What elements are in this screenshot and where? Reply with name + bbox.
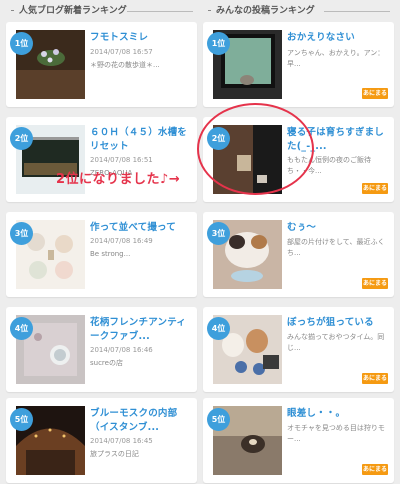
card-title[interactable]: ぼっちが狙っている	[287, 316, 391, 330]
rank-badge: 3位	[207, 222, 230, 245]
card-desc: Be strong...	[90, 250, 131, 258]
right-column: みんなの投稿ランキング	[203, 0, 394, 20]
ameba-animal-badge[interactable]: あにまる	[362, 464, 388, 475]
left-ranking-card-4[interactable]: 4位 花柄フレンチアンティークファブ... 2014/07/08 16:46 s…	[6, 307, 197, 392]
card-title[interactable]: 寝る子は育ちすぎました(_-_...	[287, 126, 391, 154]
card-desc: sucreの店	[90, 359, 123, 367]
left-ranking-card-5[interactable]: 5位 ブルーモスクの内部（イスタンブ... 2014/07/08 16:45 旅…	[6, 398, 197, 483]
ameba-animal-badge[interactable]: あにまる	[362, 373, 388, 384]
card-title[interactable]: フモトスミレ	[90, 31, 194, 45]
left-ranking-card-3[interactable]: 3位 作って並べて撮って 2014/07/08 16:49 Be strong.…	[6, 212, 197, 297]
rank-badge: 5位	[10, 408, 33, 431]
rank-badge: 1位	[10, 32, 33, 55]
rank-badge: 2位	[10, 127, 33, 150]
card-date: 2014/07/08 16:57	[90, 48, 153, 56]
rank-badge: 3位	[10, 222, 33, 245]
rank-badge: 2位	[207, 127, 230, 150]
right-ranking-card-3[interactable]: 3位 むぅ～ 部屋の片付けをして、最近ふくち... あにまる	[203, 212, 394, 297]
card-title[interactable]: 眼差し・・。	[287, 407, 391, 421]
card-desc: 部屋の片付けをして、最近ふくち...	[287, 238, 385, 257]
card-date: 2014/07/08 16:46	[90, 346, 153, 354]
card-date: 2014/07/08 16:45	[90, 437, 153, 445]
left-ranking-card-1[interactable]: 1位 フモトスミレ 2014/07/08 16:57 ＊野の花の散歩道＊...	[6, 22, 197, 107]
left-section-title: 人気ブログ新着ランキング	[6, 0, 197, 20]
rank-up-annotation: 2位になりました♪→	[56, 172, 181, 187]
ameba-animal-badge[interactable]: あにまる	[362, 88, 388, 99]
right-section-title: みんなの投稿ランキング	[203, 0, 394, 20]
ameba-animal-badge[interactable]: あにまる	[362, 183, 388, 194]
card-desc: 旅プラスの日記	[90, 450, 139, 458]
card-title[interactable]: ブルーモスクの内部（イスタンブ...	[90, 407, 194, 435]
rank-badge: 1位	[207, 32, 230, 55]
right-ranking-card-2[interactable]: 2位 寝る子は育ちすぎました(_-_... ももたん恒例の夜のご飯待ち・・今..…	[203, 117, 394, 202]
rank-badge: 4位	[207, 317, 230, 340]
card-desc: ＊野の花の散歩道＊...	[90, 61, 160, 69]
card-desc: アンちゃん、おかえり。アン：早...	[287, 49, 385, 68]
ameba-animal-badge[interactable]: あにまる	[362, 278, 388, 289]
card-title[interactable]: 作って並べて撮って	[90, 221, 194, 235]
left-ranking-card-2[interactable]: 2位 ６０Ｈ（４５）水槽をリセット 2014/07/08 16:51 ZERO-…	[6, 117, 197, 202]
left-column: 人気ブログ新着ランキング	[6, 0, 197, 20]
card-title[interactable]: 花柄フレンチアンティークファブ...	[90, 316, 194, 344]
rank-badge: 4位	[10, 317, 33, 340]
card-desc: みんな揃っておやつタイム。同じ...	[287, 333, 385, 352]
card-title[interactable]: むぅ～	[287, 221, 391, 235]
right-ranking-card-4[interactable]: 4位 ぼっちが狙っている みんな揃っておやつタイム。同じ... あにまる	[203, 307, 394, 392]
card-date: 2014/07/08 16:49	[90, 237, 153, 245]
card-title[interactable]: ６０Ｈ（４５）水槽をリセット	[90, 126, 194, 154]
card-desc: ももたん恒例の夜のご飯待ち・・今...	[287, 156, 371, 175]
card-desc: オモチャを見つめる目は狩りモー...	[287, 424, 385, 443]
card-title[interactable]: おかえりなさい	[287, 31, 391, 45]
right-ranking-card-1[interactable]: 1位 おかえりなさい アンちゃん、おかえり。アン：早... あにまる	[203, 22, 394, 107]
rank-badge: 5位	[207, 408, 230, 431]
right-ranking-card-5[interactable]: 5位 眼差し・・。 オモチャを見つめる目は狩りモー... あにまる	[203, 398, 394, 483]
card-date: 2014/07/08 16:51	[90, 156, 153, 164]
